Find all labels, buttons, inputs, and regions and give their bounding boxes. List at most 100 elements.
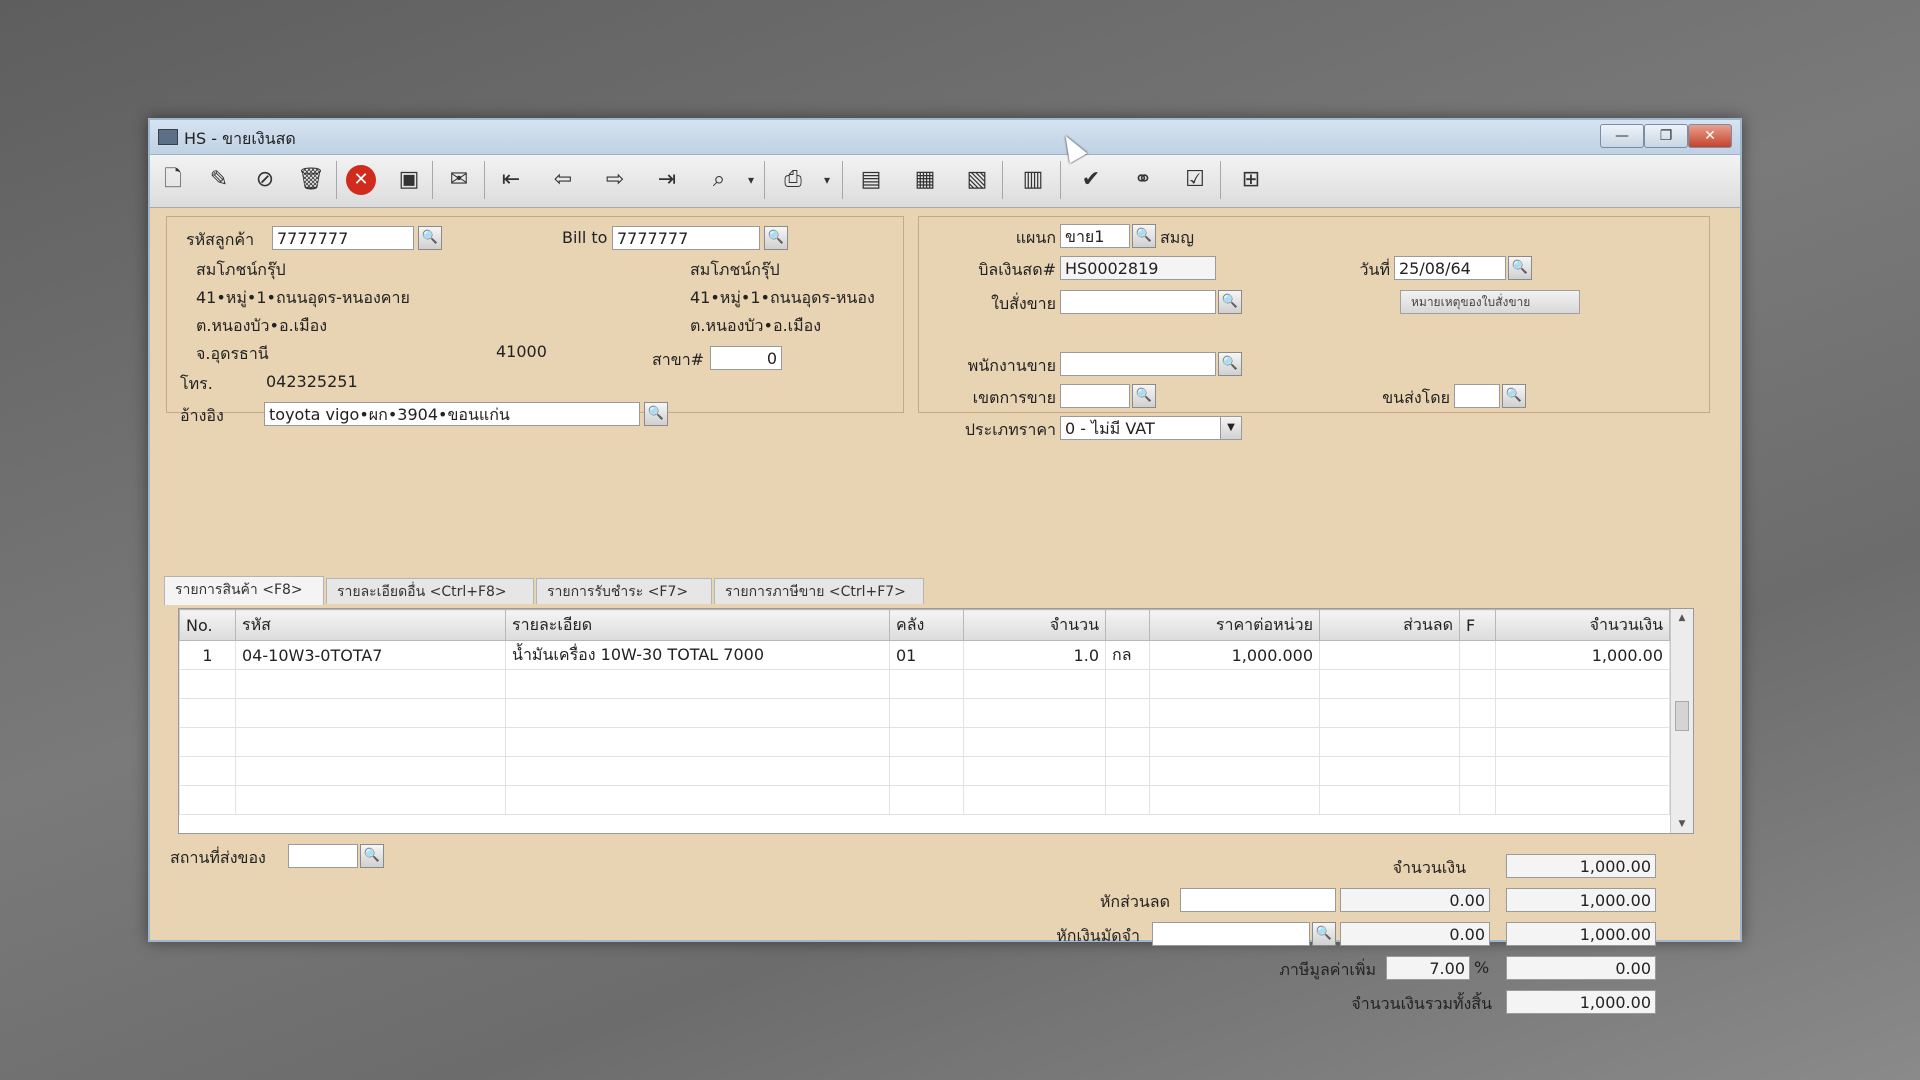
branch-input[interactable]: 0 <box>710 346 782 370</box>
cell-unit[interactable]: กล <box>1105 640 1150 670</box>
previous-record-icon[interactable]: ⇦ <box>546 163 580 197</box>
column-header-unit-price[interactable]: ราคาต่อหน่วย <box>1149 609 1320 641</box>
cell-quantity[interactable]: 1.0 <box>963 640 1106 670</box>
sales-order-note-button[interactable]: หมายเหตุของใบสั่งขาย <box>1400 290 1580 314</box>
shipping-search-icon[interactable]: 🔍 <box>1502 384 1526 408</box>
scroll-up-icon[interactable]: ▲ <box>1671 609 1693 627</box>
cell-description[interactable]: น้ำมันเครื่อง 10W-30 TOTAL 7000 <box>505 640 890 670</box>
billto-search-icon[interactable]: 🔍 <box>764 226 788 250</box>
price-type-select[interactable]: 0 - ไม่มี VAT ▼ <box>1060 416 1242 440</box>
first-record-icon[interactable]: ⇤ <box>494 163 528 197</box>
department-search-icon[interactable]: 🔍 <box>1132 224 1156 248</box>
column-header-amount[interactable]: จำนวนเงิน <box>1495 609 1670 641</box>
column-header-flag[interactable]: F <box>1459 609 1496 641</box>
sales-area-input[interactable] <box>1060 384 1130 408</box>
cell-amount[interactable]: 1,000.00 <box>1495 640 1670 670</box>
amount-value[interactable]: 1,000.00 <box>1506 854 1656 878</box>
customer-search-icon[interactable]: 🔍 <box>418 226 442 250</box>
grid-scrollbar[interactable]: ▲ ▼ <box>1670 609 1693 833</box>
table-row[interactable] <box>179 698 1670 728</box>
scroll-thumb[interactable] <box>1675 701 1689 731</box>
column-header-unit[interactable] <box>1105 609 1150 641</box>
minimize-button[interactable]: — <box>1600 124 1644 148</box>
grand-total-value[interactable]: 1,000.00 <box>1506 990 1656 1014</box>
edit-icon[interactable]: ✎ <box>202 163 236 197</box>
cancel-doc-icon[interactable]: ⊘ <box>248 163 282 197</box>
link-icon[interactable]: ⚭ <box>1126 163 1160 197</box>
cell-unit-price[interactable]: 1,000.000 <box>1149 640 1320 670</box>
chevron-down-icon[interactable]: ▾ <box>810 163 844 197</box>
report-icon[interactable]: ▤ <box>854 163 888 197</box>
date-input[interactable]: 25/08/64 <box>1394 256 1506 280</box>
deposit-text-input[interactable] <box>1152 922 1310 946</box>
table-row[interactable] <box>179 756 1670 786</box>
attach-icon[interactable]: ✉ <box>442 163 476 197</box>
chevron-down-icon[interactable]: ▾ <box>734 163 768 197</box>
reference-search-icon[interactable]: 🔍 <box>644 402 668 426</box>
discount-text-input[interactable] <box>1180 888 1336 912</box>
delivery-place-input[interactable] <box>288 844 358 868</box>
maximize-button[interactable]: ❐ <box>1644 124 1688 148</box>
salesperson-input[interactable] <box>1060 352 1216 376</box>
ok-doc-icon[interactable]: ☑ <box>1178 163 1212 197</box>
search-doc-icon[interactable]: ⌕ <box>702 163 736 197</box>
cell-flag[interactable] <box>1459 640 1496 670</box>
save-icon[interactable]: ▣ <box>392 163 426 197</box>
print-icon[interactable]: ⎙ <box>776 163 810 197</box>
after-deposit-value[interactable]: 1,000.00 <box>1506 922 1656 946</box>
form-content: รหัสลูกค้า 7777777 🔍 Bill to 7777777 🔍 ส… <box>150 208 1740 1014</box>
table-row[interactable] <box>179 669 1670 699</box>
close-button[interactable]: ✕ <box>1688 124 1732 148</box>
cell-discount[interactable] <box>1319 640 1460 670</box>
chevron-down-icon[interactable]: ▼ <box>1220 417 1241 439</box>
network-icon[interactable]: ⊞ <box>1234 163 1268 197</box>
cell-code[interactable]: 04-10W3-0TOTA7 <box>235 640 506 670</box>
new-doc-icon[interactable]: 🗋 <box>156 163 190 197</box>
deposit-value[interactable]: 0.00 <box>1340 922 1490 946</box>
table-row[interactable] <box>179 727 1670 757</box>
column-header-description[interactable]: รายละเอียด <box>505 609 890 641</box>
column-header-no[interactable]: No. <box>179 609 236 641</box>
discount-value[interactable]: 0.00 <box>1340 888 1490 912</box>
table-row[interactable]: 1 04-10W3-0TOTA7 น้ำมันเครื่อง 10W-30 TO… <box>179 640 1670 670</box>
salesperson-search-icon[interactable]: 🔍 <box>1218 352 1242 376</box>
calculator-icon[interactable]: ▦ <box>908 163 942 197</box>
sales-order-input[interactable] <box>1060 290 1216 314</box>
after-discount-value[interactable]: 1,000.00 <box>1506 888 1656 912</box>
delivery-place-search-icon[interactable]: 🔍 <box>360 844 384 868</box>
tab-other-details[interactable]: รายละเอียดอื่น <Ctrl+F8> <box>326 578 534 604</box>
vat-amount-value[interactable]: 0.00 <box>1506 956 1656 980</box>
vat-rate-input[interactable]: 7.00 <box>1386 956 1470 980</box>
approve-ok-icon[interactable]: ✔ <box>1074 163 1108 197</box>
sales-order-search-icon[interactable]: 🔍 <box>1218 290 1242 314</box>
bill-number-input[interactable]: HS0002819 <box>1060 256 1216 280</box>
column-header-discount[interactable]: ส่วนลด <box>1319 609 1460 641</box>
tab-payments[interactable]: รายการรับชำระ <F7> <box>536 578 712 604</box>
title-bar[interactable]: HS - ขายเงินสด — ❐ ✕ <box>150 120 1740 155</box>
reuse-icon[interactable]: ▥ <box>1016 163 1050 197</box>
tab-sales-tax[interactable]: รายการภาษีขาย <Ctrl+F7> <box>714 578 924 604</box>
cell-warehouse[interactable]: 01 <box>889 640 964 670</box>
column-header-warehouse[interactable]: คลัง <box>889 609 964 641</box>
items-grid[interactable]: No. รหัส รายละเอียด คลัง จำนวน ราคาต่อหน… <box>178 608 1694 834</box>
billto-input[interactable]: 7777777 <box>612 226 760 250</box>
column-header-quantity[interactable]: จำนวน <box>963 609 1106 641</box>
stock-icon[interactable]: ▧ <box>960 163 994 197</box>
reference-input[interactable]: toyota vigo•ผก•3904•ขอนแก่น <box>264 402 640 426</box>
column-header-code[interactable]: รหัส <box>235 609 506 641</box>
next-record-icon[interactable]: ⇨ <box>598 163 632 197</box>
customer-zip: 41000 <box>496 342 547 361</box>
sales-area-search-icon[interactable]: 🔍 <box>1132 384 1156 408</box>
department-input[interactable]: ขาย1 <box>1060 224 1130 248</box>
customer-code-input[interactable]: 7777777 <box>272 226 414 250</box>
deposit-search-icon[interactable]: 🔍 <box>1312 922 1336 946</box>
cell-no[interactable]: 1 <box>179 640 236 670</box>
date-calendar-icon[interactable]: 🔍 <box>1508 256 1532 280</box>
delete-trash-icon[interactable]: 🗑 <box>294 163 328 197</box>
cancel-red-icon[interactable]: ✕ <box>346 165 376 195</box>
tab-items[interactable]: รายการสินค้า <F8> <box>164 576 324 605</box>
table-row[interactable] <box>179 785 1670 815</box>
scroll-down-icon[interactable]: ▼ <box>1671 815 1693 833</box>
shipping-input[interactable] <box>1454 384 1500 408</box>
last-record-icon[interactable]: ⇥ <box>650 163 684 197</box>
